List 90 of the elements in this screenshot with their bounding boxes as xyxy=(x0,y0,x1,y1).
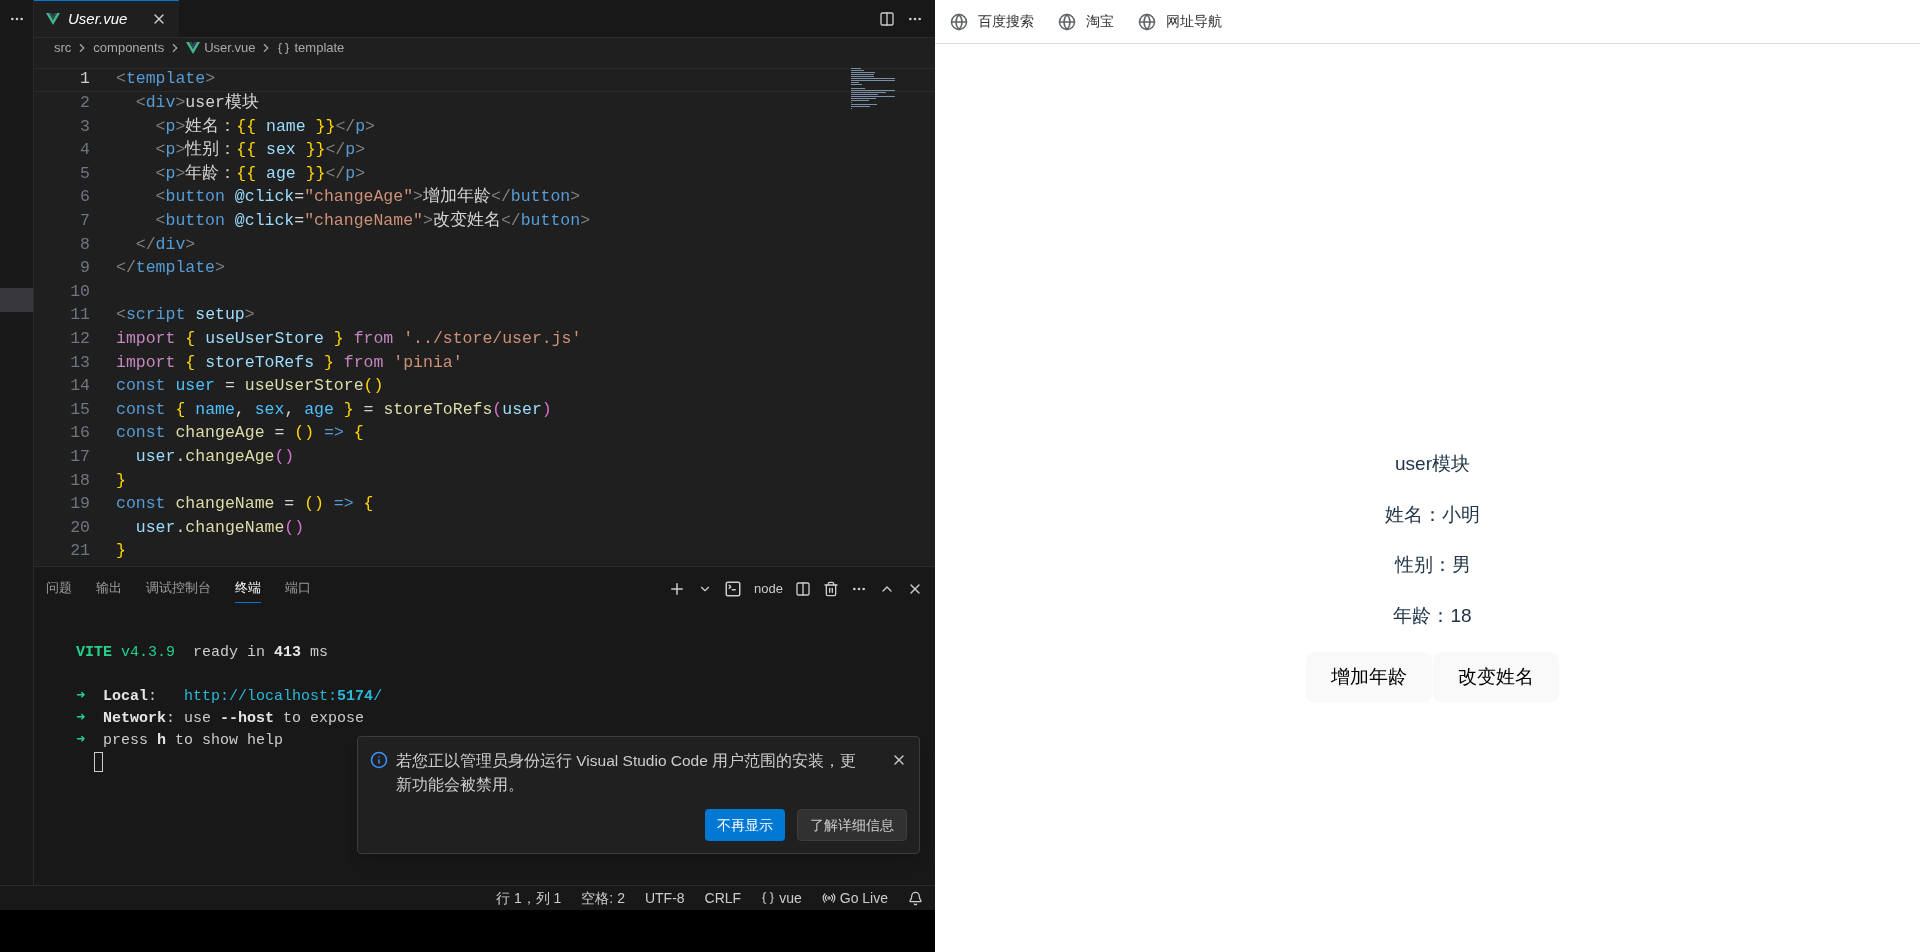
terminal-line: VITE v4.3.9 ready in 413 ms xyxy=(75,644,329,661)
code-line: } xyxy=(116,541,126,561)
status-item[interactable]: Go Live xyxy=(821,887,888,909)
terminal-line: ➜ Local: http://localhost:5174/ xyxy=(75,688,383,705)
info-line: 姓名：小明 xyxy=(1385,502,1480,527)
line-number: 3 xyxy=(79,115,91,138)
panel-tab[interactable]: 端口 xyxy=(285,574,311,603)
bookmark-link[interactable]: 百度搜索 xyxy=(950,11,1034,32)
notification-button[interactable]: 不再显示 xyxy=(705,809,785,841)
line-number: 20 xyxy=(69,516,91,539)
status-item[interactable]: vue xyxy=(761,887,802,909)
panel-tab[interactable]: 调试控制台 xyxy=(146,574,211,603)
line-number: 17 xyxy=(69,445,91,468)
trash-icon[interactable] xyxy=(823,580,839,597)
status-item[interactable]: UTF-8 xyxy=(644,887,685,909)
breadcrumb-item[interactable]: User.vue xyxy=(204,38,256,58)
code-line: <p>性别：{{ sex }}</p> xyxy=(154,140,366,160)
code-line: user.changeAge() xyxy=(134,446,295,466)
terminal-line: ➜ Network: use --host to expose xyxy=(75,710,365,727)
status-item[interactable]: CRLF xyxy=(704,887,742,909)
notification-button[interactable]: 了解详细信息 xyxy=(797,809,907,841)
line-number: 11 xyxy=(69,304,91,327)
line-number: 21 xyxy=(69,540,91,563)
bookmark-link[interactable]: 淘宝 xyxy=(1058,11,1114,32)
vue-logo-icon xyxy=(46,13,60,25)
code-line: import { useUserStore } from '../store/user.js' xyxy=(116,328,582,348)
minimap-drawing xyxy=(851,68,895,109)
code-line: <p>姓名：{{ name }}</p> xyxy=(154,116,375,136)
braces-icon xyxy=(761,891,776,905)
code-line: const user = useUserStore() xyxy=(116,376,384,396)
info-icon xyxy=(370,751,388,769)
line-number: 2 xyxy=(79,92,91,114)
code-line: const { name, sex, age } = storeToRefs(user) xyxy=(116,399,552,419)
line-number: 15 xyxy=(69,398,91,421)
line-number: 8 xyxy=(79,233,91,256)
breadcrumb-item[interactable]: src xyxy=(54,38,72,58)
code-line: const changeAge = () => { xyxy=(116,423,364,443)
split-terminal-icon[interactable] xyxy=(795,580,811,597)
code-line: <button @click="changeName">改变姓名</button> xyxy=(154,211,591,230)
globe-icon xyxy=(1138,12,1156,31)
status-item[interactable]: 空格: 2 xyxy=(581,887,625,909)
line-number: 5 xyxy=(79,162,91,185)
line-number: 14 xyxy=(69,375,91,398)
line-number: 7 xyxy=(79,210,91,232)
code-line: </template> xyxy=(116,258,225,278)
panel-tab[interactable]: 问题 xyxy=(46,574,72,603)
breadcrumb-item[interactable]: components xyxy=(93,38,165,58)
module-title: user模块 xyxy=(1395,452,1470,476)
terminal-name[interactable]: node xyxy=(754,578,783,599)
info-line: 性别：男 xyxy=(1394,553,1471,577)
code-line: <script setup> xyxy=(116,305,255,325)
braces-icon xyxy=(277,41,291,55)
globe-icon xyxy=(1058,12,1076,31)
terminal-icon[interactable] xyxy=(724,579,743,598)
terminal-cursor xyxy=(94,752,103,772)
vue-logo-icon xyxy=(186,42,201,54)
line-number: 19 xyxy=(69,493,91,516)
panel-tab[interactable]: 终端 xyxy=(235,574,261,603)
code-line: <button @click="changeAge">增加年龄</button> xyxy=(154,187,581,207)
code-line: </div> xyxy=(134,234,196,254)
notification-bell-icon[interactable] xyxy=(908,890,923,906)
page-button[interactable]: 改变姓名 xyxy=(1433,652,1559,702)
code-line: const changeName = () => { xyxy=(116,494,374,514)
line-number: 13 xyxy=(69,351,91,374)
broadcast-icon xyxy=(821,891,836,905)
code-line: <div>user模块 xyxy=(134,93,259,112)
line-number: 10 xyxy=(69,280,91,303)
code-line: } xyxy=(116,470,126,490)
line-number: 12 xyxy=(69,327,91,350)
terminal-line: ➜ press h to show help xyxy=(75,732,284,749)
code-line: <p>年龄：{{ age }}</p> xyxy=(154,163,366,183)
globe-icon xyxy=(950,12,968,31)
line-number: 9 xyxy=(79,257,91,280)
editor-tab[interactable]: User.vue xyxy=(34,0,180,37)
info-line: 年龄：18 xyxy=(1393,603,1472,628)
code-line: import { storeToRefs } from 'pinia' xyxy=(116,352,463,372)
code-line: <template> xyxy=(116,69,216,89)
line-number: 16 xyxy=(69,422,91,445)
breadcrumb-item[interactable]: template xyxy=(294,38,345,58)
split-editor-icon[interactable] xyxy=(879,10,895,27)
line-number: 1 xyxy=(79,68,91,91)
line-number: 4 xyxy=(79,139,91,162)
page-button[interactable]: 增加年龄 xyxy=(1306,652,1432,702)
panel-tab[interactable]: 输出 xyxy=(96,574,122,603)
line-number: 18 xyxy=(69,469,91,492)
code-line: user.changeName() xyxy=(134,517,305,537)
status-item[interactable]: 行 1，列 1 xyxy=(496,887,562,909)
bookmark-link[interactable]: 网址导航 xyxy=(1138,11,1222,32)
line-number: 6 xyxy=(79,186,91,209)
notification-message: 若您正以管理员身份运行 Visual Studio Code 用户范围的安装，更新功能会被禁用。 xyxy=(396,751,858,795)
